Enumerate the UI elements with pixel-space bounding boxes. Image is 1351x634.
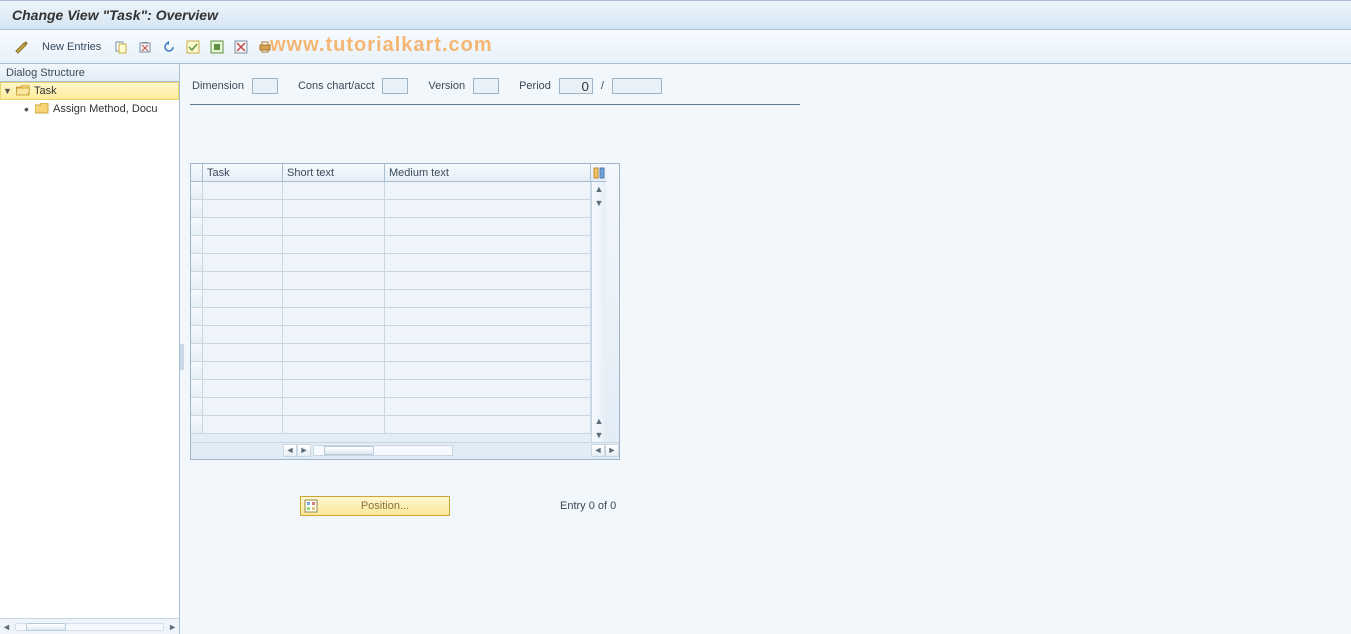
splitter-handle[interactable]: [180, 344, 184, 370]
undo-icon[interactable]: [159, 37, 179, 57]
tree-leaf-bullet-icon: •: [22, 104, 31, 114]
cons-chart-field[interactable]: [382, 78, 408, 94]
row-selector[interactable]: [191, 380, 203, 398]
row-selector[interactable]: [191, 236, 203, 254]
select-all-icon[interactable]: [183, 37, 203, 57]
dimension-field[interactable]: [252, 78, 278, 94]
table-row[interactable]: [191, 218, 591, 236]
scroll-track[interactable]: [15, 623, 164, 631]
folder-closed-icon: [35, 103, 49, 115]
folder-open-icon: [16, 85, 30, 97]
tree-header: Dialog Structure: [0, 64, 179, 82]
new-entries-button[interactable]: New Entries: [36, 37, 107, 57]
period-field-1[interactable]: [559, 78, 593, 94]
watermark-text: www.tutorialkart.com: [270, 34, 493, 57]
task-table: Task Short text Medium text: [190, 163, 620, 460]
period-field-2[interactable]: [612, 78, 662, 94]
table-row[interactable]: [191, 380, 591, 398]
row-selector[interactable]: [191, 326, 203, 344]
row-selector[interactable]: [191, 290, 203, 308]
scroll-left-icon[interactable]: ◄: [591, 444, 605, 457]
cons-chart-label: Cons chart/acct: [298, 80, 374, 92]
column-header-short-text[interactable]: Short text: [283, 164, 385, 182]
row-selector[interactable]: [191, 254, 203, 272]
table-settings-icon[interactable]: [591, 164, 606, 182]
row-selector[interactable]: [191, 362, 203, 380]
tree-collapse-icon[interactable]: ▼: [3, 86, 12, 96]
tree-node-assign-method[interactable]: • Assign Method, Docu: [0, 100, 179, 118]
row-selector[interactable]: [191, 416, 203, 434]
table-row[interactable]: [191, 416, 591, 434]
dimension-label: Dimension: [192, 80, 244, 92]
row-selector[interactable]: [191, 182, 203, 200]
table-row[interactable]: [191, 200, 591, 218]
position-icon: [301, 499, 321, 513]
table-row[interactable]: [191, 254, 591, 272]
scroll-thumb[interactable]: [324, 446, 374, 455]
page-title: Change View "Task": Overview: [12, 7, 218, 23]
table-row[interactable]: [191, 398, 591, 416]
table-row[interactable]: [191, 236, 591, 254]
delete-icon[interactable]: [135, 37, 155, 57]
scroll-right-icon[interactable]: ►: [297, 444, 311, 457]
version-label: Version: [428, 80, 465, 92]
display-change-icon[interactable]: [12, 37, 32, 57]
table-horizontal-scrollbar[interactable]: ◄ ► ◄ ►: [191, 442, 619, 457]
tree-node-label: Assign Method, Docu: [53, 103, 158, 115]
table-row[interactable]: [191, 272, 591, 290]
tree-horizontal-scrollbar[interactable]: ◄ ►: [0, 618, 179, 634]
parameters-bar: Dimension Cons chart/acct Version Period…: [190, 72, 800, 105]
table-row[interactable]: [191, 362, 591, 380]
copy-icon[interactable]: [111, 37, 131, 57]
scroll-right-icon[interactable]: ►: [605, 444, 619, 457]
scroll-up-icon[interactable]: ▲: [592, 414, 606, 428]
table-body: [191, 182, 591, 442]
tree-node-task[interactable]: ▼ Task: [0, 82, 179, 100]
row-selector[interactable]: [191, 218, 203, 236]
table-row[interactable]: [191, 308, 591, 326]
row-selector[interactable]: [191, 200, 203, 218]
position-button-label: Position...: [321, 500, 449, 512]
application-toolbar: New Entries www.tutorialkart.com: [0, 30, 1351, 64]
entry-counter: Entry 0 of 0: [560, 500, 616, 512]
table-row[interactable]: [191, 344, 591, 362]
print-icon[interactable]: [255, 37, 275, 57]
version-field[interactable]: [473, 78, 499, 94]
scroll-up-icon[interactable]: ▲: [592, 182, 606, 196]
scroll-track[interactable]: [313, 445, 453, 456]
deselect-all-icon[interactable]: [231, 37, 251, 57]
table-row-selector-header[interactable]: [191, 164, 203, 182]
window-title-bar: Change View "Task": Overview: [0, 0, 1351, 30]
table-vertical-scrollbar[interactable]: ▲ ▼ ▲ ▼: [591, 182, 606, 442]
scroll-down-icon[interactable]: ▼: [592, 428, 606, 442]
select-block-icon[interactable]: [207, 37, 227, 57]
scroll-left-icon[interactable]: ◄: [283, 444, 297, 457]
tree-node-label: Task: [34, 85, 57, 97]
scroll-down-icon[interactable]: ▼: [592, 196, 606, 210]
column-header-task[interactable]: Task: [203, 164, 283, 182]
scroll-right-icon[interactable]: ►: [168, 622, 177, 632]
row-selector[interactable]: [191, 398, 203, 416]
period-separator: /: [601, 80, 604, 92]
table-row[interactable]: [191, 182, 591, 200]
scroll-left-icon[interactable]: ◄: [2, 622, 11, 632]
row-selector[interactable]: [191, 308, 203, 326]
table-row[interactable]: [191, 290, 591, 308]
table-row[interactable]: [191, 326, 591, 344]
row-selector[interactable]: [191, 344, 203, 362]
period-label: Period: [519, 80, 551, 92]
column-header-medium-text[interactable]: Medium text: [385, 164, 591, 182]
scroll-thumb[interactable]: [26, 623, 66, 631]
row-selector[interactable]: [191, 272, 203, 290]
position-button[interactable]: Position...: [300, 496, 450, 516]
